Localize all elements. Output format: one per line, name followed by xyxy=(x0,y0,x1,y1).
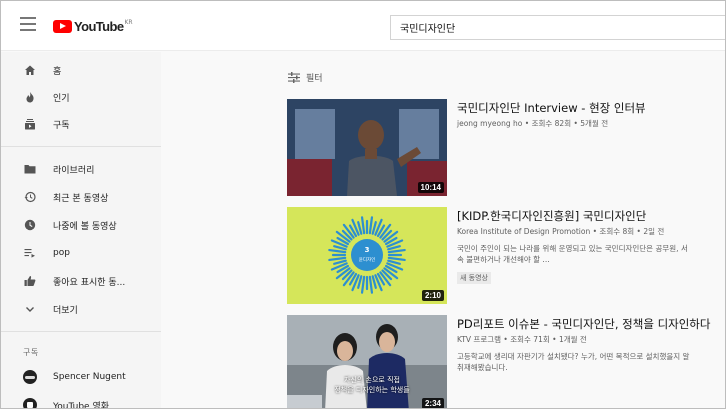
sidebar-item-show-more[interactable]: 더보기 xyxy=(1,295,161,323)
subscriptions-icon xyxy=(23,117,37,131)
history-icon xyxy=(23,190,37,204)
video-info: 국민디자인단 Interview - 현장 인터뷰 jeong myeong h… xyxy=(457,101,725,129)
subscriptions-section-title: 구독 xyxy=(23,348,39,357)
video-result[interactable]: 3 윤디자인 2:10 [KIDP.한국디자인진흥원] 국민디자인단 Korea… xyxy=(287,207,725,304)
sidebar-item-home[interactable]: 홈 xyxy=(1,56,161,84)
sidebar-item-label: 좋아요 표시한 동... xyxy=(53,277,126,288)
caption-line: 정책을 디자인하는 학생들 xyxy=(334,386,410,394)
video-result[interactable]: 자신의 손으로 직접 정책을 디자인하는 학생들 2:34 PD리포트 이슈본 … xyxy=(287,315,725,408)
filter-button[interactable]: 필터 xyxy=(288,68,323,87)
svg-text:3: 3 xyxy=(365,246,370,254)
description-line: 고등학교에 생리대 자판기가 설치됐다? 누가, 어떤 목적으로 설치했을지 알 xyxy=(457,352,690,361)
sidebar-item-history[interactable]: 최근 본 동영상 xyxy=(1,183,161,211)
sidebar-item-watch-later[interactable]: 나중에 볼 동영상 xyxy=(1,211,161,239)
search-results: 필터 10:14 국민디자인단 Interview - 현장 인터뷰 jeong… xyxy=(161,52,725,408)
video-info: PD리포트 이슈본 - 국민디자인단, 정책을 디자인하다 KTV 프로그램 •… xyxy=(457,317,725,373)
youtube-movies-icon xyxy=(23,398,37,408)
sidebar-divider xyxy=(1,146,161,147)
sidebar-item-label: 홈 xyxy=(53,66,62,77)
youtube-window: YouTube KR 홈 인기 구독 xyxy=(0,0,726,409)
region-code: KR xyxy=(124,18,133,26)
video-duration: 2:34 xyxy=(421,398,444,408)
sidebar-item-label: Spencer Nugent xyxy=(53,372,126,382)
top-bar: YouTube KR xyxy=(1,1,725,51)
logo-text: YouTube xyxy=(74,18,124,34)
video-meta: Korea Institute of Design Promotion • 조회… xyxy=(457,227,665,236)
sidebar-item-channel-spencer-nugent[interactable]: Spencer Nugent xyxy=(1,363,161,391)
sidebar-item-subscriptions[interactable]: 구독 xyxy=(1,110,161,138)
svg-text:윤디자인: 윤디자인 xyxy=(359,256,376,263)
sidebar: 홈 인기 구독 라이브러리 최근 본 동영상 나중에 볼 동영상 pop 좋아요… xyxy=(1,52,161,409)
hamburger-menu-icon[interactable] xyxy=(20,17,36,31)
video-result[interactable]: 10:14 국민디자인단 Interview - 현장 인터뷰 jeong my… xyxy=(287,99,725,196)
playlist-icon xyxy=(23,246,37,260)
sidebar-item-channel-youtube-movies[interactable]: YouTube 영화 xyxy=(1,391,161,409)
sidebar-item-label: 구독 xyxy=(53,120,70,131)
sidebar-item-label: 최근 본 동영상 xyxy=(53,193,109,204)
search-box xyxy=(390,15,725,40)
description-line: 속 불편하거나 개선해야 할 ... xyxy=(457,255,550,264)
sidebar-item-label: 인기 xyxy=(53,93,70,104)
description-line: 취재해봤습니다. xyxy=(457,363,508,372)
video-thumbnail[interactable]: 3 윤디자인 2:10 xyxy=(287,207,447,304)
channel-avatar-icon xyxy=(23,370,37,384)
video-info: [KIDP.한국디자인진흥원] 국민디자인단 Korea Institute o… xyxy=(457,209,725,284)
video-description: 국민이 주인이 되는 나라를 위해 운영되고 있는 국민디자인단은 공무원, 서… xyxy=(457,243,725,265)
sidebar-item-label: 나중에 볼 동영상 xyxy=(53,221,117,232)
video-title[interactable]: [KIDP.한국디자인진흥원] 국민디자인단 xyxy=(457,209,725,224)
sidebar-item-library[interactable]: 라이브러리 xyxy=(1,155,161,183)
new-video-badge: 새 동영상 xyxy=(457,272,491,284)
chevron-down-icon xyxy=(23,302,37,316)
home-icon xyxy=(23,63,37,77)
filter-label: 필터 xyxy=(306,74,323,84)
thumbs-up-icon xyxy=(23,274,37,288)
sidebar-divider xyxy=(1,331,161,332)
video-title[interactable]: PD리포트 이슈본 - 국민디자인단, 정책을 디자인하다 xyxy=(457,317,725,332)
sidebar-item-label: 라이브러리 xyxy=(53,165,95,176)
description-line: 국민이 주인이 되는 나라를 위해 운영되고 있는 국민디자인단은 공무원, 서 xyxy=(457,244,688,253)
play-logo-icon xyxy=(53,19,72,33)
youtube-logo[interactable]: YouTube KR xyxy=(53,18,133,34)
caption-line: 자신의 손으로 직접 xyxy=(344,376,400,384)
video-duration: 2:10 xyxy=(421,290,444,301)
sidebar-item-label: pop xyxy=(53,248,70,258)
thumbnail-caption: 자신의 손으로 직접 정책을 디자인하는 학생들 xyxy=(317,375,427,395)
sidebar-item-trending[interactable]: 인기 xyxy=(1,83,161,111)
video-thumbnail[interactable]: 10:14 xyxy=(287,99,447,196)
flame-icon xyxy=(23,90,37,104)
video-thumbnail[interactable]: 자신의 손으로 직접 정책을 디자인하는 학생들 2:34 xyxy=(287,315,447,408)
video-meta: KTV 프로그램 • 조회수 71회 • 1개월 전 xyxy=(457,335,587,344)
sidebar-item-label: 더보기 xyxy=(53,305,78,316)
sidebar-item-liked-videos[interactable]: 좋아요 표시한 동... xyxy=(1,267,161,295)
search-input[interactable] xyxy=(391,16,725,39)
folder-icon xyxy=(23,162,37,176)
video-title[interactable]: 국민디자인단 Interview - 현장 인터뷰 xyxy=(457,101,725,116)
sidebar-item-playlist-pop[interactable]: pop xyxy=(1,239,161,267)
clock-icon xyxy=(23,218,37,232)
sidebar-item-label: YouTube 영화 xyxy=(53,401,110,409)
video-meta: jeong myeong ho • 조회수 82회 • 5개월 전 xyxy=(457,119,609,128)
video-duration: 10:14 xyxy=(417,182,444,193)
filter-sliders-icon xyxy=(288,68,300,87)
video-description: 고등학교에 생리대 자판기가 설치됐다? 누가, 어떤 목적으로 설치했을지 알… xyxy=(457,351,725,373)
